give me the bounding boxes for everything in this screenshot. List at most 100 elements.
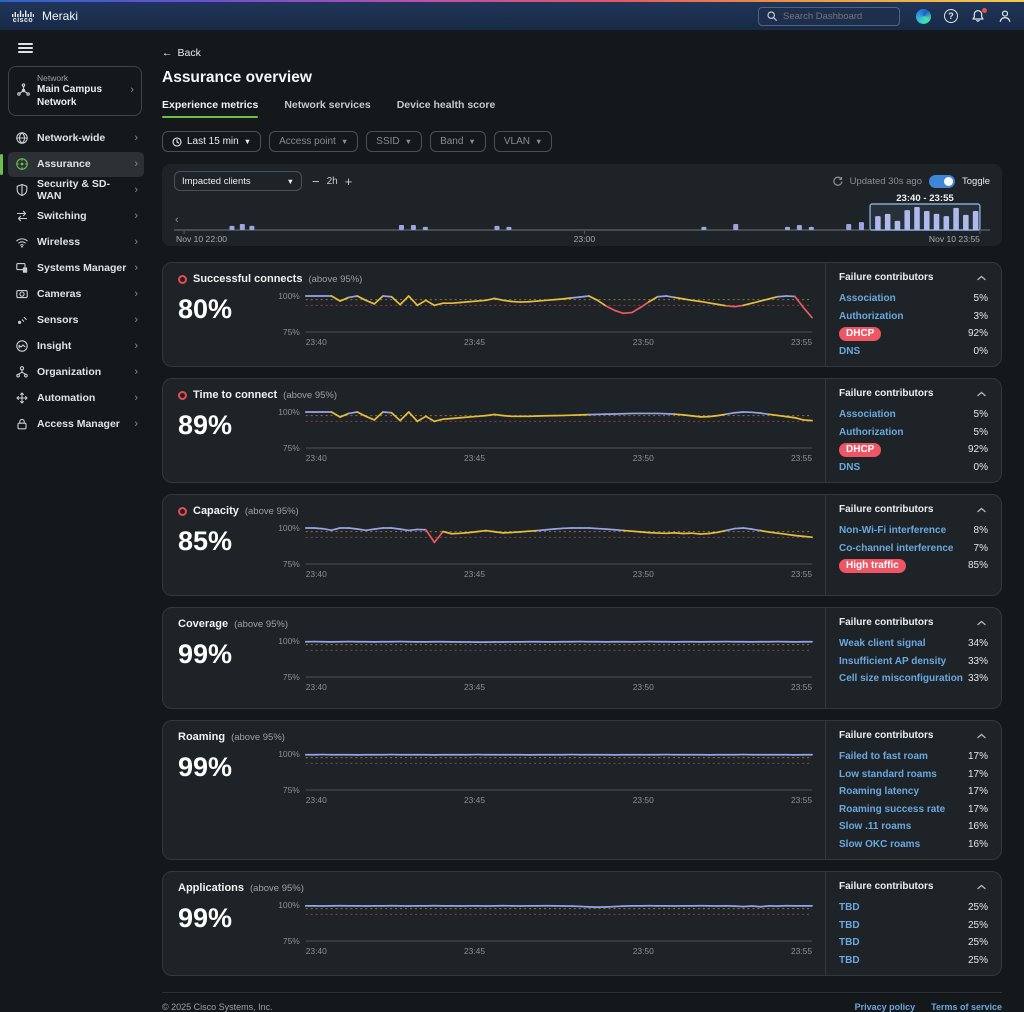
search-input[interactable]	[783, 11, 891, 22]
zoom-out-button[interactable]: −	[312, 175, 320, 188]
sidebar-item-systems-manager[interactable]: Systems Manager ›	[8, 256, 144, 281]
contributor-link-dns[interactable]: DNS	[839, 346, 860, 357]
help-icon[interactable]: ?	[944, 9, 958, 23]
sidebar-item-access-manager[interactable]: Access Manager ›	[8, 412, 144, 437]
filter-band[interactable]: Band▼	[430, 131, 486, 152]
systems-manager-icon	[15, 261, 29, 275]
sidebar-item-wireless[interactable]: Wireless ›	[8, 230, 144, 255]
contributor-link-tbd[interactable]: TBD	[839, 955, 860, 966]
menu-hamburger-icon[interactable]	[18, 43, 33, 53]
svg-text:Nov 10 23:55: Nov 10 23:55	[929, 234, 980, 244]
tab-network-services[interactable]: Network services	[284, 99, 370, 118]
contributor-link-low-standard-roams[interactable]: Low standard roams	[839, 769, 937, 780]
contributor-link-cell-size-misconfiguration[interactable]: Cell size misconfiguration	[839, 673, 963, 684]
svg-text:23:50: 23:50	[633, 453, 654, 463]
privacy-policy-link[interactable]: Privacy policy	[855, 1002, 916, 1012]
filter-time-range[interactable]: Last 15 min▼	[162, 131, 261, 152]
contributor-link-authorization[interactable]: Authorization	[839, 311, 903, 322]
svg-text:75%: 75%	[283, 785, 300, 795]
zoom-in-button[interactable]: +	[345, 175, 353, 188]
filter-ssid[interactable]: SSID▼	[366, 131, 422, 152]
filter-access-point[interactable]: Access point▼	[269, 131, 358, 152]
collapse-chevron-icon[interactable]	[975, 731, 988, 741]
filter-vlan[interactable]: VLAN▼	[494, 131, 553, 152]
filter-bar: Last 15 min▼ Access point▼ SSID▼ Band▼ V…	[162, 131, 1002, 152]
contributor-value: 17%	[968, 769, 988, 780]
brand[interactable]: cisco Meraki	[12, 9, 78, 23]
contributor-link-authorization[interactable]: Authorization	[839, 427, 903, 438]
svg-text:23:40: 23:40	[306, 337, 327, 347]
sidebar-item-cameras[interactable]: Cameras ›	[8, 282, 144, 307]
contributor-link-roaming-success-rate[interactable]: Roaming success rate	[839, 804, 945, 815]
refresh-icon[interactable]	[832, 176, 843, 187]
svg-text:100%: 100%	[278, 900, 300, 910]
sidebar-item-automation[interactable]: Automation ›	[8, 386, 144, 411]
contributor-value: 0%	[974, 346, 988, 357]
contributor-row: Association5%	[839, 406, 988, 424]
svg-text:23:45: 23:45	[464, 337, 485, 347]
contributor-link-dhcp[interactable]: DHCP	[839, 443, 881, 457]
alert-dot-icon	[178, 275, 187, 284]
collapse-chevron-icon[interactable]	[975, 505, 988, 515]
sidebar-item-organization[interactable]: Organization ›	[8, 360, 144, 385]
terms-of-service-link[interactable]: Terms of service	[931, 1002, 1002, 1012]
contributor-link-failed-to-fast-roam[interactable]: Failed to fast roam	[839, 751, 928, 762]
contributor-link-insufficient-ap-density[interactable]: Insufficient AP density	[839, 656, 946, 667]
contributor-link-association[interactable]: Association	[839, 293, 896, 304]
sidebar-item-network-wide[interactable]: Network-wide ›	[8, 126, 144, 151]
contributors-title: Failure contributors	[839, 730, 933, 741]
contributor-link-roaming-latency[interactable]: Roaming latency	[839, 786, 919, 797]
collapse-chevron-icon[interactable]	[975, 389, 988, 399]
contributor-link-dns[interactable]: DNS	[839, 462, 860, 473]
live-toggle[interactable]	[929, 175, 955, 188]
failure-contributors-panel: Failure contributors Association5%Author…	[825, 379, 1001, 482]
collapse-chevron-icon[interactable]	[975, 618, 988, 628]
tab-experience-metrics[interactable]: Experience metrics	[162, 99, 258, 118]
notifications-bell-icon[interactable]	[971, 9, 985, 23]
contributor-link-dhcp[interactable]: DHCP	[839, 327, 881, 341]
svg-text:75%: 75%	[283, 936, 300, 946]
tab-device-health-score[interactable]: Device health score	[397, 99, 496, 118]
timeline-chart[interactable]: ‹23:40 - 23:55Nov 10 22:0023:00Nov 10 23…	[174, 193, 990, 245]
account-icon[interactable]	[998, 9, 1012, 23]
chevron-down-icon: ▼	[244, 137, 251, 146]
contributor-link-tbd[interactable]: TBD	[839, 920, 860, 931]
chevron-right-icon: ›	[134, 315, 138, 326]
automation-icon	[15, 391, 29, 405]
search-box[interactable]	[758, 7, 900, 26]
collapse-chevron-icon[interactable]	[975, 273, 988, 283]
security-shield-icon	[15, 183, 29, 197]
metric-chart: 100%75%23:4023:4523:5023:55	[270, 286, 818, 350]
contributor-link-slow-11-roams[interactable]: Slow .11 roams	[839, 821, 911, 832]
contributor-link-tbd[interactable]: TBD	[839, 937, 860, 948]
svg-text:75%: 75%	[283, 672, 300, 682]
sidebar-item-insight[interactable]: Insight ›	[8, 334, 144, 359]
sidebar-item-assurance[interactable]: Assurance ›	[8, 152, 144, 177]
contributor-link-co-channel-interference[interactable]: Co-channel interference	[839, 543, 953, 554]
contributor-link-association[interactable]: Association	[839, 409, 896, 420]
sidebar-item-switching[interactable]: Switching ›	[8, 204, 144, 229]
contributor-link-non-wi-fi-interference[interactable]: Non-Wi-Fi interference	[839, 525, 946, 536]
contributor-value: 17%	[968, 786, 988, 797]
sensor-icon	[15, 313, 29, 327]
collapse-chevron-icon[interactable]	[975, 882, 988, 892]
lock-icon	[15, 417, 29, 431]
timeline-metric-select[interactable]: Impacted clients ▼	[174, 171, 302, 191]
contributor-link-slow-okc-roams[interactable]: Slow OKC roams	[839, 839, 920, 850]
chevron-right-icon: ›	[134, 341, 138, 352]
svg-text:100%: 100%	[278, 291, 300, 301]
svg-text:100%: 100%	[278, 749, 300, 759]
topbar-icons: ?	[916, 9, 1012, 24]
network-selector[interactable]: Network Main Campus Network ›	[8, 66, 142, 116]
sidebar-item-sensors[interactable]: Sensors ›	[8, 308, 144, 333]
back-link[interactable]: ← Back	[162, 47, 201, 59]
sidebar-item-security-sd-wan[interactable]: Security & SD-WAN ›	[8, 178, 144, 203]
chevron-down-icon: ▼	[468, 137, 475, 146]
webex-globe-icon[interactable]	[916, 9, 931, 24]
contributor-link-weak-client-signal[interactable]: Weak client signal	[839, 638, 926, 649]
contributor-link-tbd[interactable]: TBD	[839, 902, 860, 913]
contributor-row: Roaming success rate17%	[839, 801, 988, 819]
contributor-link-high-traffic[interactable]: High traffic	[839, 559, 906, 573]
metric-chart: 100%75%23:4023:4523:5023:55	[270, 895, 818, 959]
contributor-row: Failed to fast roam17%	[839, 748, 988, 766]
